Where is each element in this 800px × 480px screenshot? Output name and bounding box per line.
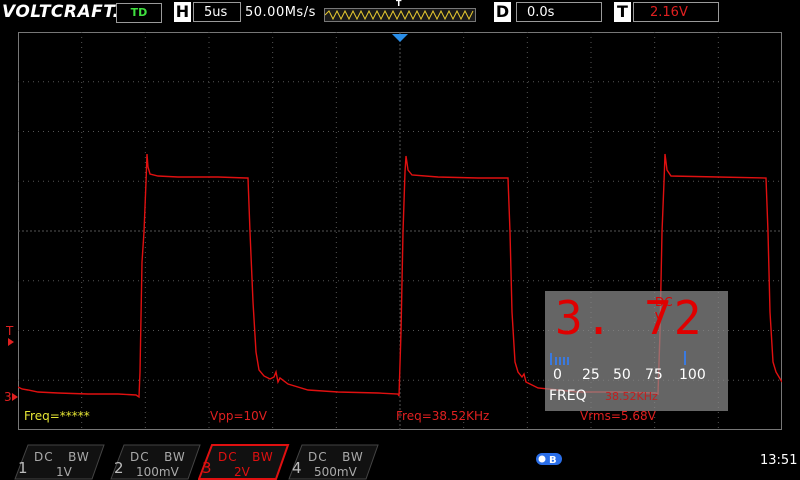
multimeter-coupling: DC <box>655 295 673 309</box>
usb-icon: B <box>536 453 562 465</box>
trigger-point-marker <box>392 34 408 42</box>
ground-arrow-icon <box>12 393 18 401</box>
delay-value[interactable]: 0.0s <box>516 2 602 22</box>
channel-coupling-bw: DC BW <box>34 450 90 464</box>
channel-scale: 500mV <box>314 465 357 479</box>
measure-vrms: Vrms=5.68V <box>580 409 656 423</box>
multimeter-unit: V <box>655 311 664 326</box>
multimeter-freq-value: 38.52KHz <box>605 390 658 403</box>
channel-coupling-bw: DC BW <box>218 450 274 464</box>
trigger-position-strip[interactable] <box>324 8 476 22</box>
trigger-arrow-icon <box>8 338 14 346</box>
channel-number: 2 <box>114 459 124 477</box>
channel-bw: BW <box>342 450 364 464</box>
top-status-bar: VOLTCRAFT. TD H 5us 50.00Ms/s T D 0.0s T… <box>0 0 800 26</box>
channel-coupling-bw: DC BW <box>130 450 186 464</box>
measure-vpp: Vpp=10V <box>210 409 267 423</box>
channel-bw: BW <box>68 450 90 464</box>
multimeter-mode-label: FREQ <box>549 388 587 404</box>
channel-bar: 1 DC BW 1V 2 DC BW 100mV 3 DC BW 2V 4 DC BW 500mV B… <box>0 438 800 480</box>
sample-rate: 50.00Ms/s <box>245 5 316 20</box>
channel-1-button[interactable]: 1 DC BW 1V <box>14 444 106 480</box>
channel-number: 3 <box>202 459 212 477</box>
measure-freq-2: Freq=38.52KHz <box>396 409 490 423</box>
channel-scale: 100mV <box>136 465 179 479</box>
channel-coupling: DC <box>218 450 238 464</box>
delay-label: D <box>494 2 511 22</box>
timebase-value[interactable]: 5us <box>193 2 241 22</box>
channel-bw: BW <box>164 450 186 464</box>
channel-scale: 2V <box>234 465 250 479</box>
trigger-level-value[interactable]: 2.16V <box>633 2 719 22</box>
multimeter-panel[interactable]: 3. 72 DC V 0 25 50 75 100 FREQ 38.52KHz <box>545 291 728 411</box>
trigger-level-marker[interactable]: T <box>6 324 13 338</box>
brand-logo: VOLTCRAFT. <box>2 2 120 22</box>
channel-coupling-bw: DC BW <box>308 450 364 464</box>
channel-coupling: DC <box>130 450 150 464</box>
channel-3-button[interactable]: 3 DC BW 2V <box>198 444 290 480</box>
channel-bw: BW <box>252 450 274 464</box>
channel-4-button[interactable]: 4 DC BW 500mV <box>288 444 380 480</box>
svg-text:B: B <box>549 455 557 465</box>
channel-coupling: DC <box>34 450 54 464</box>
trigger-label: T <box>614 2 631 22</box>
multimeter-reading: 3. 72 <box>555 291 704 345</box>
trigger-strip-marker: T <box>396 0 402 8</box>
channel-2-button[interactable]: 2 DC BW 100mV <box>110 444 202 480</box>
clock: 13:51 <box>760 453 798 468</box>
channel-scale: 1V <box>56 465 72 479</box>
channel-number: 4 <box>292 459 302 477</box>
horizontal-label: H <box>174 2 191 22</box>
measure-freq-1: Freq=***** <box>24 409 90 423</box>
channel-3-ground-marker[interactable]: 3 <box>4 390 12 404</box>
mode-indicator[interactable]: TD <box>116 3 162 23</box>
channel-coupling: DC <box>308 450 328 464</box>
channel-number: 1 <box>18 459 28 477</box>
